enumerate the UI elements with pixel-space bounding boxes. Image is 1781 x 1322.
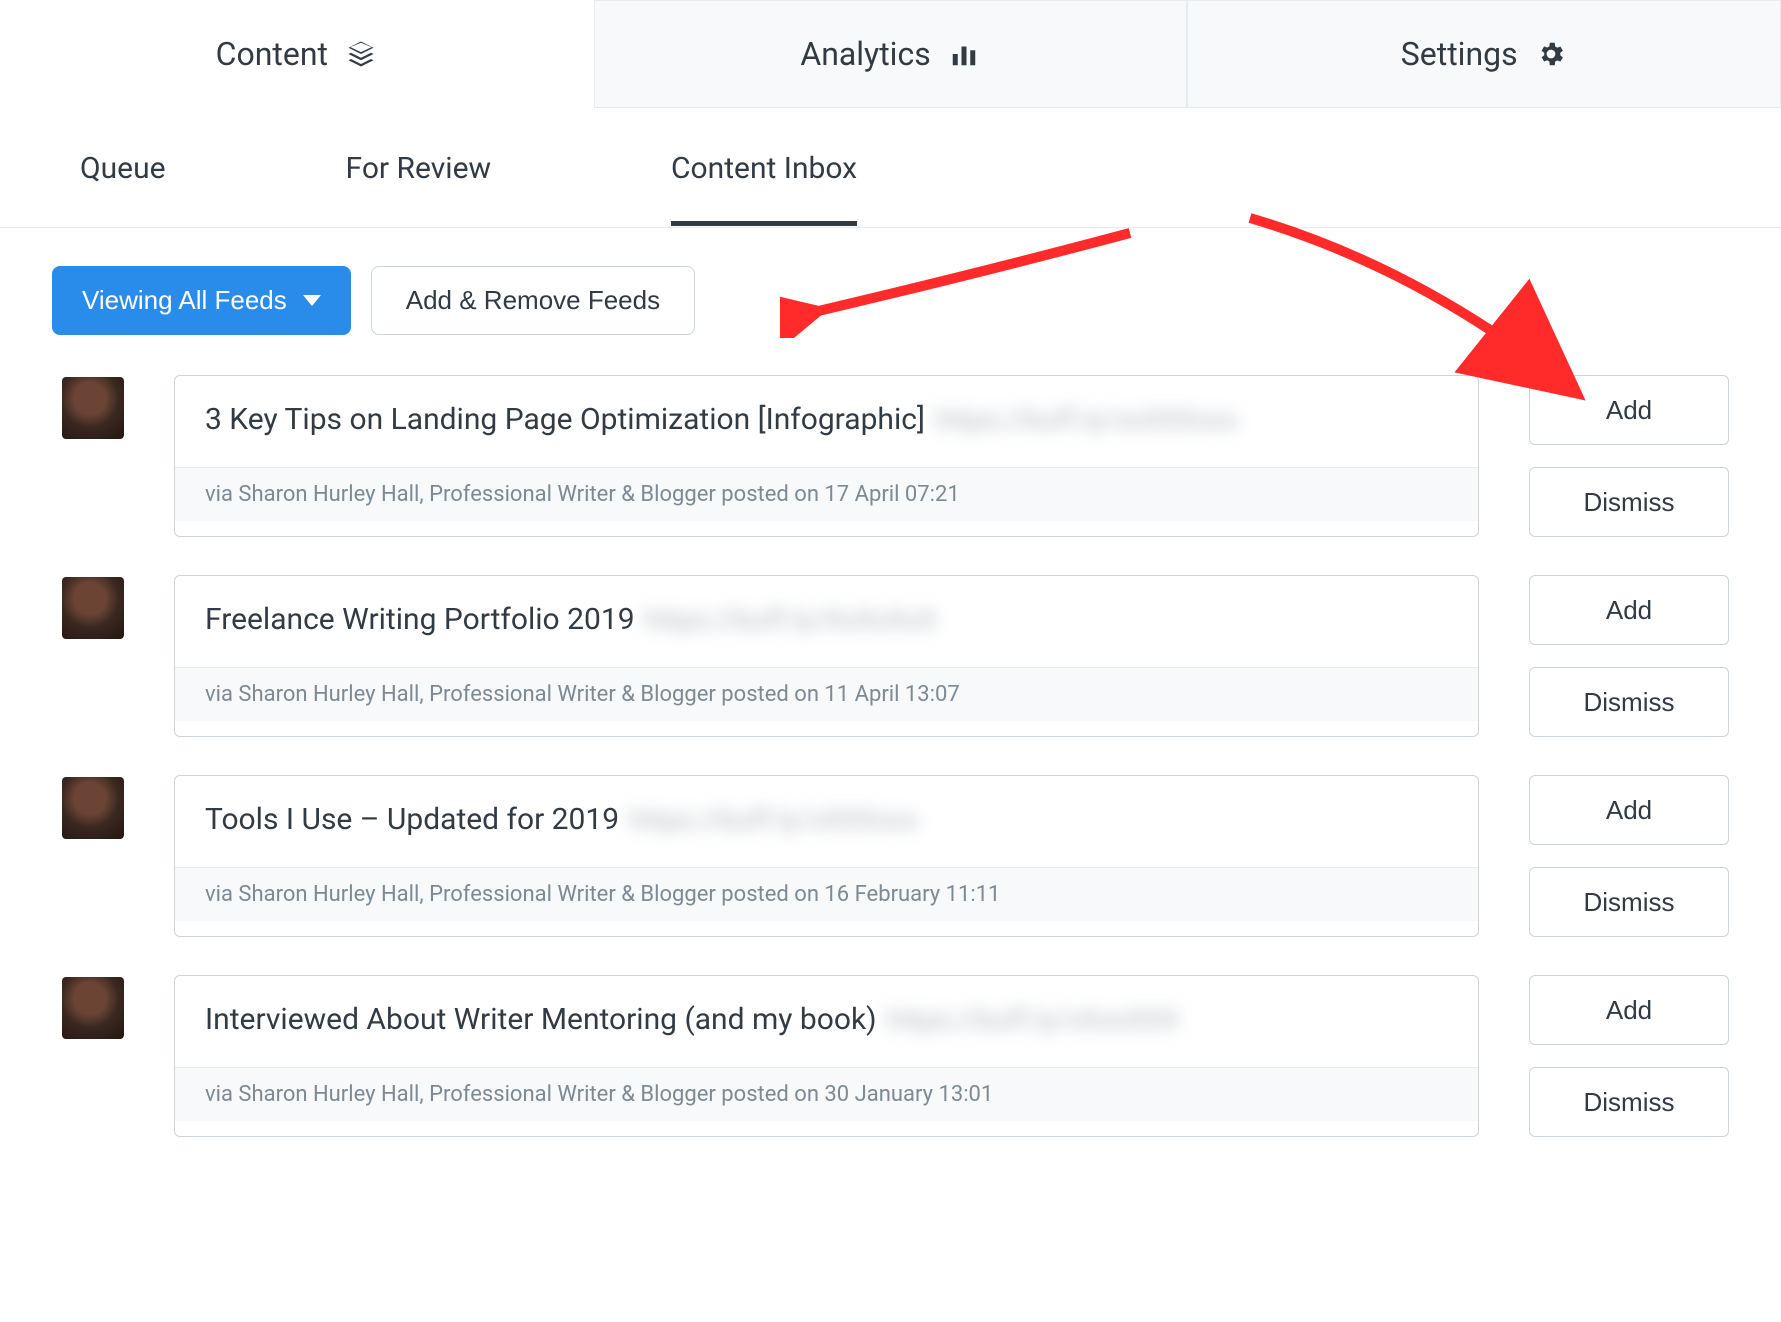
avatar	[62, 377, 124, 439]
feed-row: Tools I Use – Updated for 2019 https://b…	[62, 775, 1729, 937]
content-title: Tools I Use – Updated for 2019	[205, 802, 619, 837]
content-card[interactable]: Interviewed About Writer Mentoring (and …	[174, 975, 1479, 1137]
content-meta: via Sharon Hurley Hall, Professional Wri…	[175, 667, 1478, 721]
viewing-feeds-dropdown[interactable]: Viewing All Feeds	[52, 266, 351, 335]
feed-controls: Viewing All Feeds Add & Remove Feeds	[0, 228, 1781, 345]
content-link-obscured: https://buff.ly/xXxxXXX	[887, 1003, 1179, 1036]
content-meta: via Sharon Hurley Hall, Professional Wri…	[175, 1067, 1478, 1121]
bar-chart-icon	[947, 37, 981, 71]
content-inbox-list: 3 Key Tips on Landing Page Optimization …	[0, 345, 1781, 1137]
content-link-obscured: https://buff.ly/xxXXXxxx	[935, 403, 1237, 436]
dismiss-button[interactable]: Dismiss	[1529, 1067, 1729, 1137]
content-card[interactable]: Freelance Writing Portfolio 2019 https:/…	[174, 575, 1479, 737]
subnav-for-review[interactable]: For Review	[346, 111, 491, 224]
action-column: Add Dismiss	[1529, 775, 1729, 937]
content-meta: via Sharon Hurley Hall, Professional Wri…	[175, 867, 1478, 921]
tab-content[interactable]: Content	[0, 0, 594, 108]
layers-icon	[344, 37, 378, 71]
add-button[interactable]: Add	[1529, 775, 1729, 845]
tab-analytics-label: Analytics	[800, 35, 930, 73]
sub-nav: Queue For Review Content Inbox	[0, 108, 1781, 228]
tab-analytics[interactable]: Analytics	[594, 0, 1188, 108]
action-column: Add Dismiss	[1529, 575, 1729, 737]
content-link-obscured: https://buff.ly/xXXXxxx	[629, 803, 918, 836]
dismiss-button[interactable]: Dismiss	[1529, 867, 1729, 937]
content-link-obscured: https://buff.ly/XxXxXxX	[645, 603, 937, 636]
tab-settings[interactable]: Settings	[1187, 0, 1781, 108]
add-button[interactable]: Add	[1529, 575, 1729, 645]
action-column: Add Dismiss	[1529, 375, 1729, 537]
feed-row: Freelance Writing Portfolio 2019 https:/…	[62, 575, 1729, 737]
add-remove-feeds-button[interactable]: Add & Remove Feeds	[371, 266, 695, 335]
add-button[interactable]: Add	[1529, 975, 1729, 1045]
annotation-arrow-left	[780, 218, 1140, 338]
dismiss-button[interactable]: Dismiss	[1529, 667, 1729, 737]
tab-content-label: Content	[216, 35, 328, 73]
action-column: Add Dismiss	[1529, 975, 1729, 1137]
add-button[interactable]: Add	[1529, 375, 1729, 445]
content-title: 3 Key Tips on Landing Page Optimization …	[205, 402, 925, 437]
feed-row: 3 Key Tips on Landing Page Optimization …	[62, 375, 1729, 537]
top-nav: Content Analytics Settings	[0, 0, 1781, 108]
avatar	[62, 577, 124, 639]
feed-row: Interviewed About Writer Mentoring (and …	[62, 975, 1729, 1137]
avatar	[62, 977, 124, 1039]
tab-settings-label: Settings	[1401, 35, 1518, 73]
viewing-feeds-label: Viewing All Feeds	[82, 285, 287, 316]
gear-icon	[1534, 37, 1568, 71]
content-card[interactable]: Tools I Use – Updated for 2019 https://b…	[174, 775, 1479, 937]
dismiss-button[interactable]: Dismiss	[1529, 467, 1729, 537]
content-card[interactable]: 3 Key Tips on Landing Page Optimization …	[174, 375, 1479, 537]
chevron-down-icon	[303, 295, 321, 306]
content-title: Interviewed About Writer Mentoring (and …	[205, 1002, 877, 1037]
subnav-queue[interactable]: Queue	[80, 111, 166, 224]
content-title: Freelance Writing Portfolio 2019	[205, 602, 635, 637]
avatar	[62, 777, 124, 839]
content-meta: via Sharon Hurley Hall, Professional Wri…	[175, 467, 1478, 521]
subnav-content-inbox[interactable]: Content Inbox	[671, 111, 857, 224]
